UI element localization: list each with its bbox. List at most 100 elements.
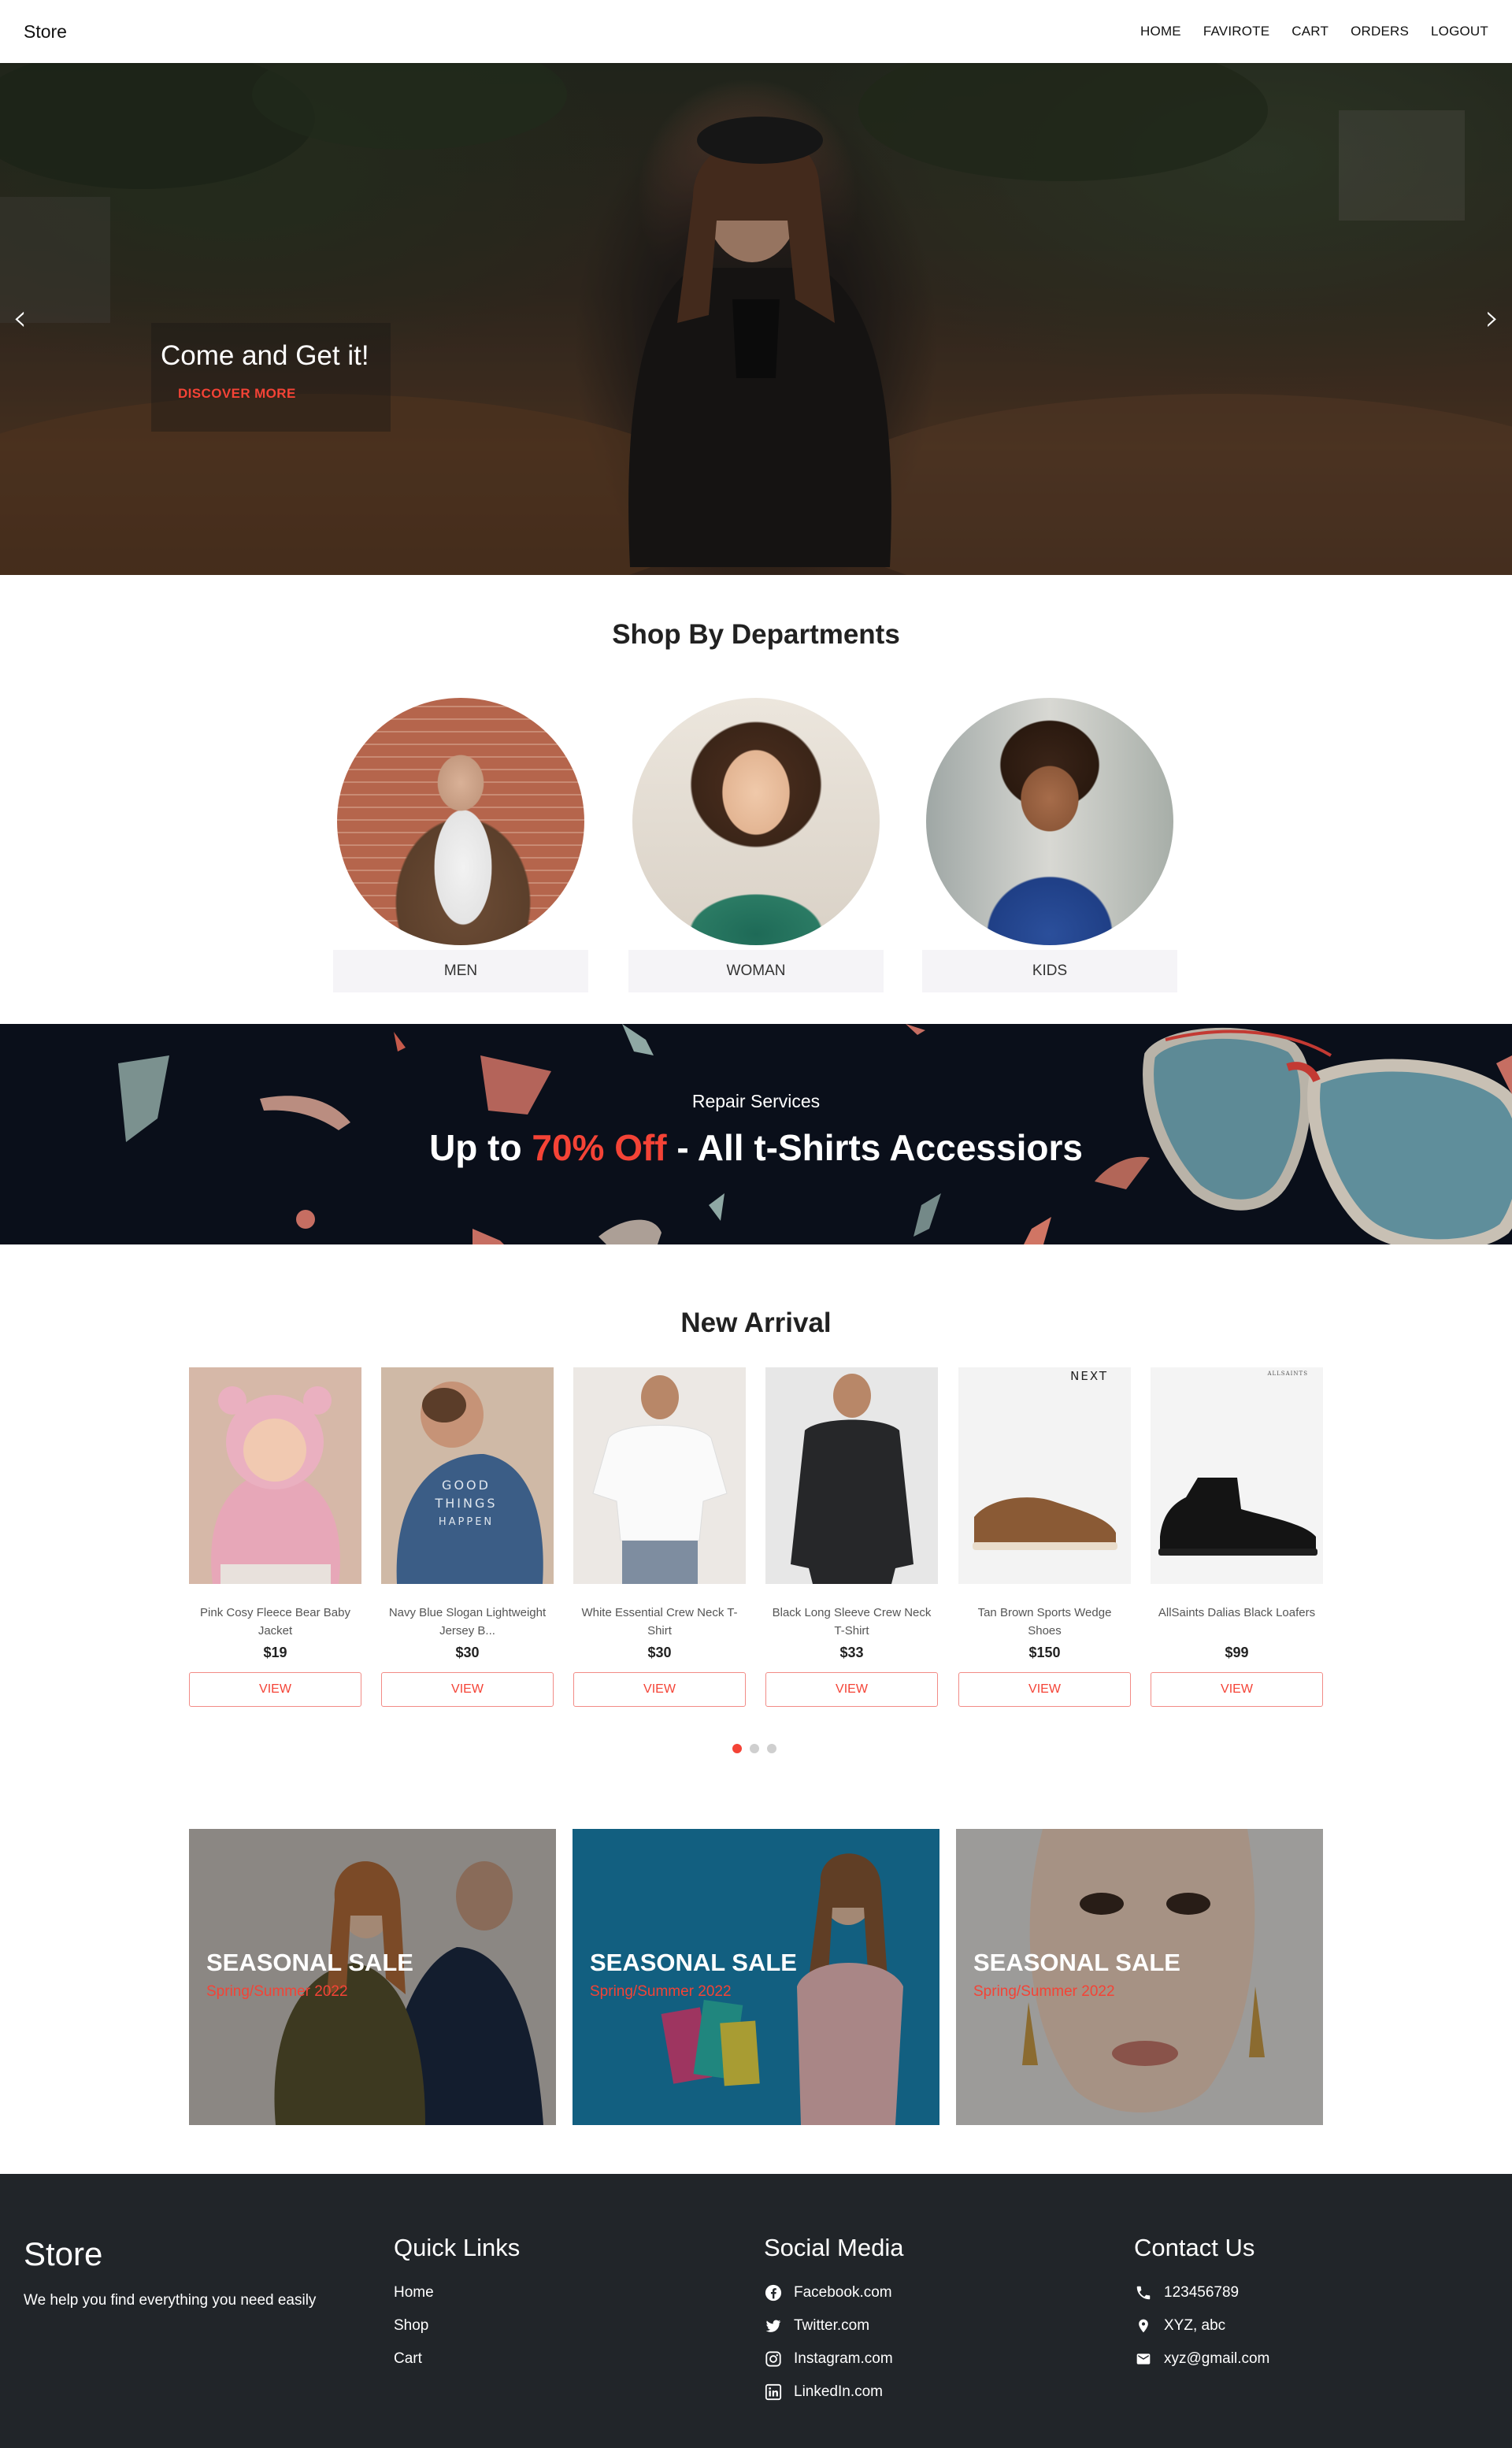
quick-links-title: Quick Links (394, 2234, 521, 2261)
department-card-men[interactable]: MEN (333, 695, 588, 992)
nav-favorite-link[interactable]: FAVIROTE (1203, 24, 1269, 39)
sale-subtitle: Spring/Summer 2022 (590, 1983, 732, 2000)
sale-card[interactable]: SEASONAL SALE Spring/Summer 2022 (956, 1829, 1323, 2125)
view-product-button[interactable]: VIEW (1151, 1672, 1323, 1707)
promo-banner: Repair Services Up to 70% Off - All t-Sh… (0, 1024, 1512, 1244)
brand-allsaints-logo: ALLSAINTS (1266, 1371, 1308, 1377)
product-price: $30 (647, 1645, 672, 1660)
contact-phone[interactable]: 123456789 (1134, 2276, 1269, 2309)
product-image[interactable] (189, 1367, 361, 1584)
new-arrival-title: New Arrival (680, 1307, 832, 1338)
product-card: White Essential Crew Neck T-Shirt $30 VI… (573, 1367, 746, 1707)
hero-caption: Come and Get it! DISCOVER MORE (151, 323, 391, 432)
carousel-prev-icon[interactable]: ‹ (13, 299, 27, 336)
department-image-kids[interactable] (926, 698, 1173, 945)
view-product-button[interactable]: VIEW (189, 1672, 361, 1707)
location-pin-icon (1134, 2316, 1153, 2335)
view-product-button[interactable]: VIEW (573, 1672, 746, 1707)
departments-row: MEN WOMAN KIDS (333, 695, 1179, 995)
sale-overlay (956, 1829, 1323, 2125)
product-card: Black Long Sleeve Crew Neck T-Shirt $33 … (765, 1367, 938, 1707)
product-image[interactable]: NEXT (958, 1367, 1131, 1584)
facebook-icon (764, 2283, 783, 2302)
view-product-button[interactable]: VIEW (958, 1672, 1131, 1707)
linkedin-icon (764, 2383, 783, 2402)
footer-quick-links: Quick Links Home Shop Cart (394, 2234, 520, 2376)
product-name: Tan Brown Sports Wedge Shoes (977, 1606, 1112, 1638)
sale-title: SEASONAL SALE (973, 1949, 1180, 1976)
product-card: ALLSAINTS AllSaints Dalias Black Loafers… (1151, 1367, 1323, 1707)
promo-title: Up to 70% Off - All t-Shirts Accessiors (0, 1126, 1512, 1169)
department-label-woman[interactable]: WOMAN (628, 950, 884, 992)
instagram-icon (764, 2350, 783, 2368)
sale-subtitle: Spring/Summer 2022 (973, 1983, 1115, 2000)
hero-title: Come and Get it! (161, 340, 369, 371)
department-card-woman[interactable]: WOMAN (628, 695, 884, 992)
product-card: Pink Cosy Fleece Bear Baby Jacket $19 VI… (189, 1367, 361, 1707)
brand-next-logo: NEXT (1070, 1369, 1108, 1383)
product-price: $19 (263, 1645, 287, 1660)
social-link-facebook[interactable]: Facebook.com (764, 2276, 903, 2309)
view-product-button[interactable]: VIEW (765, 1672, 938, 1707)
view-product-button[interactable]: VIEW (381, 1672, 554, 1707)
hoodie-print-line-2: THINGS (434, 1496, 497, 1511)
contact-address-label: XYZ, abc (1164, 2317, 1226, 2334)
department-label-kids[interactable]: KIDS (922, 950, 1177, 992)
footer-link-shop[interactable]: Shop (394, 2309, 520, 2342)
product-card: NEXT Tan Brown Sports Wedge Shoes $150 V… (958, 1367, 1131, 1707)
product-image[interactable]: ALLSAINTS (1151, 1367, 1323, 1584)
department-image-men[interactable] (337, 698, 584, 945)
department-image-woman[interactable] (632, 698, 880, 945)
promo-title-prefix: Up to (429, 1127, 532, 1168)
email-icon (1134, 2350, 1153, 2368)
nav-cart-link[interactable]: CART (1292, 24, 1329, 39)
seasonal-sale-section: SEASONAL SALE Spring/Summer 2022 SEASONA… (189, 1829, 1323, 2125)
nav-orders-link[interactable]: ORDERS (1351, 24, 1409, 39)
social-link-twitter[interactable]: Twitter.com (764, 2309, 903, 2342)
social-label-twitter: Twitter.com (794, 2317, 870, 2334)
footer-social-media: Social Media Facebook.com Twitter.com In… (764, 2234, 903, 2409)
social-label-linkedin: LinkedIn.com (794, 2383, 884, 2400)
carousel-next-icon[interactable]: › (1485, 299, 1499, 336)
promo-title-accent: 70% Off (532, 1127, 667, 1168)
promo-subtitle: Repair Services (691, 1091, 821, 1111)
brand-logo[interactable]: Store (24, 21, 67, 43)
product-name: Navy Blue Slogan Lightweight Jersey B... (388, 1606, 547, 1638)
product-price: $99 (1225, 1645, 1249, 1660)
sale-overlay (573, 1829, 939, 2125)
product-image[interactable] (765, 1367, 938, 1584)
product-image[interactable]: GOOD THINGS HAPPEN (381, 1367, 554, 1584)
product-price: $30 (455, 1645, 480, 1660)
sale-card[interactable]: SEASONAL SALE Spring/Summer 2022 (573, 1829, 939, 2125)
nav-logout-link[interactable]: LOGOUT (1431, 24, 1488, 39)
sale-title: SEASONAL SALE (206, 1949, 413, 1976)
footer-link-cart[interactable]: Cart (394, 2342, 520, 2376)
product-price: $33 (839, 1645, 864, 1660)
hoodie-print-line-1: GOOD (442, 1478, 491, 1493)
carousel-dot-2[interactable] (750, 1744, 759, 1753)
nav-home-link[interactable]: HOME (1140, 24, 1181, 39)
social-link-linkedin[interactable]: LinkedIn.com (764, 2376, 903, 2409)
footer-contact: Contact Us 123456789 XYZ, abc xyz@gmail.… (1134, 2234, 1269, 2376)
carousel-dot-3[interactable] (767, 1744, 776, 1753)
footer-brand: Store (24, 2235, 103, 2272)
nav-links: HOME FAVIROTE CART ORDERS LOGOUT (1118, 24, 1488, 39)
department-card-kids[interactable]: KIDS (922, 695, 1177, 992)
department-label-men[interactable]: MEN (333, 950, 588, 992)
product-name: Pink Cosy Fleece Bear Baby Jacket (200, 1606, 350, 1638)
carousel-dot-1[interactable] (732, 1744, 742, 1753)
hero-overlay (0, 63, 1512, 575)
social-label-instagram: Instagram.com (794, 2350, 893, 2367)
product-name: Black Long Sleeve Crew Neck T-Shirt (772, 1606, 932, 1638)
product-name: AllSaints Dalias Black Loafers (1158, 1606, 1316, 1619)
social-link-instagram[interactable]: Instagram.com (764, 2342, 903, 2376)
sale-title: SEASONAL SALE (590, 1949, 797, 1976)
departments-title: Shop By Departments (612, 619, 900, 650)
contact-email[interactable]: xyz@gmail.com (1134, 2342, 1269, 2376)
product-image[interactable] (573, 1367, 746, 1584)
sale-card[interactable]: SEASONAL SALE Spring/Summer 2022 (189, 1829, 556, 2125)
footer-link-home[interactable]: Home (394, 2276, 520, 2309)
carousel-indicators (732, 1744, 776, 1753)
discover-more-button[interactable]: DISCOVER MORE (178, 386, 296, 402)
sale-overlay (189, 1829, 556, 2125)
